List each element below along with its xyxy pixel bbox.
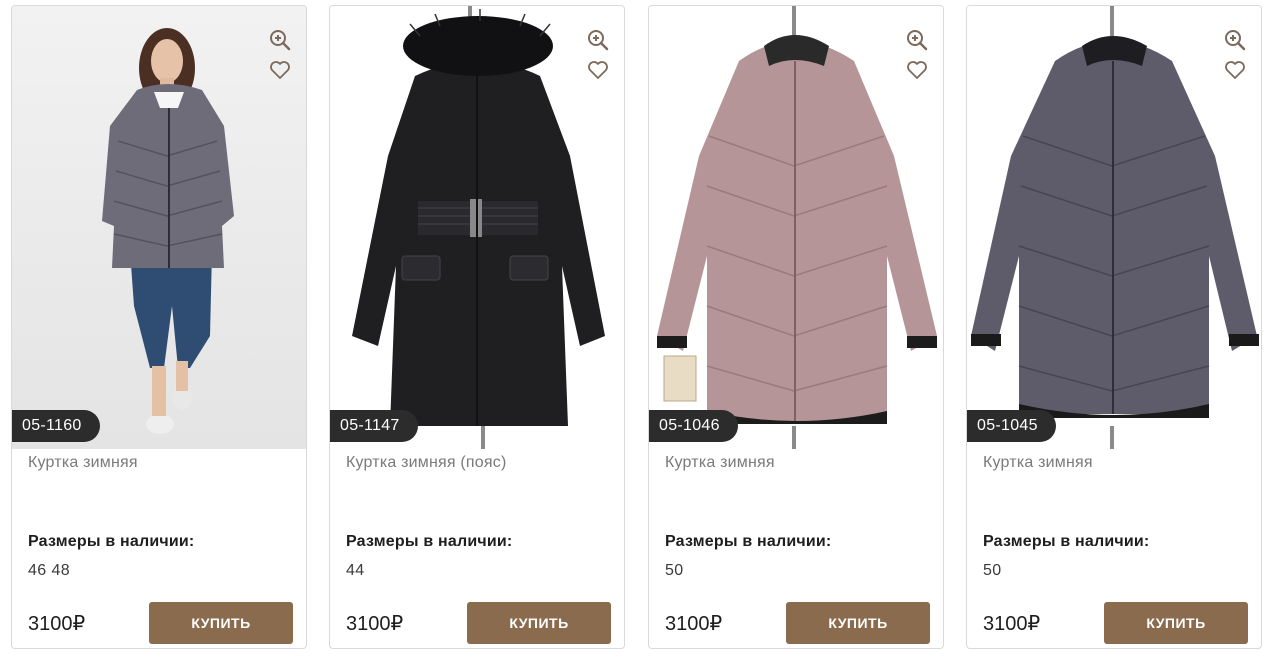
product-title[interactable]: Куртка зимняя [983,454,1093,472]
price: 3100₽ [346,613,404,635]
heart-icon[interactable] [268,58,292,82]
product-photo[interactable] [330,6,624,449]
product-card: 05-1045 Куртка зимняя Размеры в наличии:… [966,5,1262,649]
buy-button[interactable]: КУПИТЬ [786,602,930,644]
price: 3100₽ [983,613,1041,635]
zoom-in-icon[interactable] [1223,28,1247,52]
sizes-label: Размеры в наличии: [28,533,195,550]
buy-button[interactable]: КУПИТЬ [1104,602,1248,644]
sku-badge: 05-1045 [967,410,1056,442]
product-photo[interactable] [649,6,943,449]
product-title[interactable]: Куртка зимняя [28,454,138,472]
sizes-value: 46 48 [28,562,71,579]
product-photo[interactable] [967,6,1261,449]
buy-button[interactable]: КУПИТЬ [467,602,611,644]
zoom-in-icon[interactable] [586,28,610,52]
sku-badge: 05-1160 [12,410,100,442]
zoom-in-icon[interactable] [905,28,929,52]
product-title[interactable]: Куртка зимняя [665,454,775,472]
sku-badge: 05-1046 [649,410,738,442]
sku-badge: 05-1147 [330,410,418,442]
sizes-value: 44 [346,562,365,579]
sizes-label: Размеры в наличии: [665,533,832,550]
product-card: 05-1147 Куртка зимняя (пояс) Размеры в н… [329,5,625,649]
heart-icon[interactable] [905,58,929,82]
heart-icon[interactable] [586,58,610,82]
sizes-label: Размеры в наличии: [983,533,1150,550]
product-card: 05-1046 Куртка зимняя Размеры в наличии:… [648,5,944,649]
buy-button[interactable]: КУПИТЬ [149,602,293,644]
sizes-value: 50 [983,562,1002,579]
price: 3100₽ [28,613,86,635]
product-grid: 05-1160 Куртка зимняя Размеры в наличии:… [0,0,1280,663]
product-photo[interactable] [12,6,306,449]
product-card: 05-1160 Куртка зимняя Размеры в наличии:… [11,5,307,649]
zoom-in-icon[interactable] [268,28,292,52]
price: 3100₽ [665,613,723,635]
heart-icon[interactable] [1223,58,1247,82]
sizes-label: Размеры в наличии: [346,533,513,550]
product-title[interactable]: Куртка зимняя (пояс) [346,454,506,472]
sizes-value: 50 [665,562,684,579]
